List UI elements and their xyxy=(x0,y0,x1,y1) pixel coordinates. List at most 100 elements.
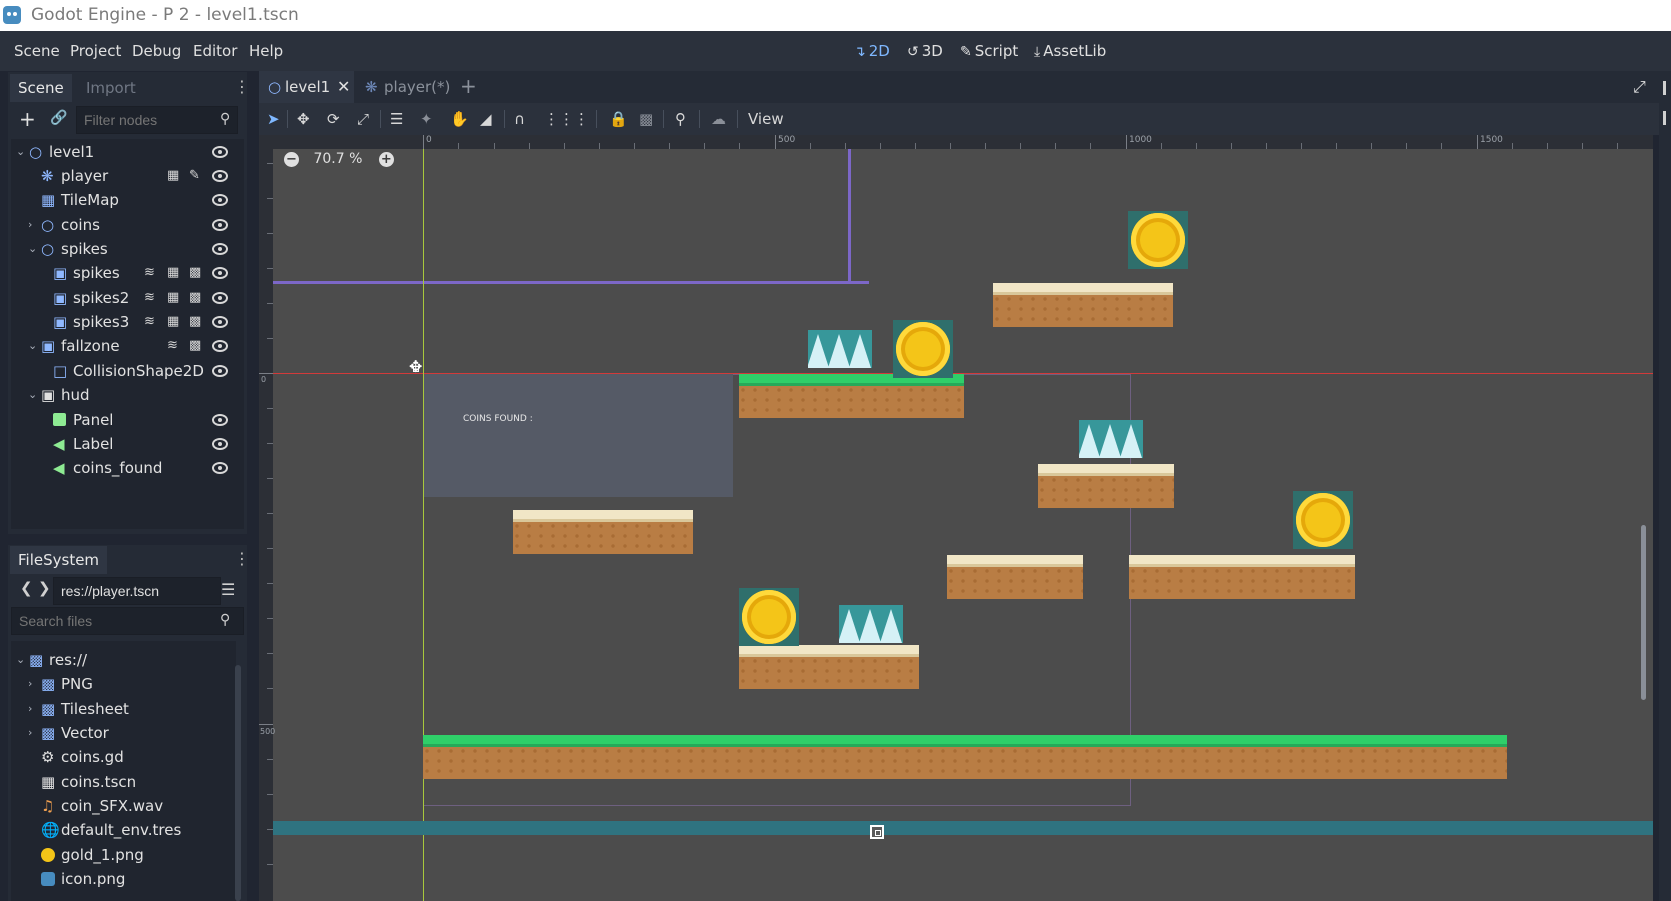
zoom-in-button[interactable]: + xyxy=(378,151,394,167)
select-mode-icon[interactable]: ➤ xyxy=(267,110,280,128)
file-row-icon-png[interactable]: icon.png xyxy=(11,866,231,892)
dirt-platform[interactable] xyxy=(993,283,1173,327)
signal-icon[interactable]: ≋ xyxy=(167,333,178,359)
workspace-3d-button[interactable]: ↺ 3D xyxy=(907,42,943,60)
group-icon[interactable]: ▩ xyxy=(189,333,201,359)
menu-help[interactable]: Help xyxy=(249,42,283,60)
dirt-platform[interactable] xyxy=(739,645,919,689)
viewport-scrollbar[interactable] xyxy=(1641,525,1646,700)
tree-row-player[interactable]: ❋ player ▦ ✎ xyxy=(11,163,244,189)
tab-import[interactable]: Import xyxy=(78,74,144,102)
open-scene-icon[interactable]: ▦ xyxy=(167,163,179,189)
tree-row-spikes2[interactable]: ▣ spikes2 ≋ ▦ ▩ xyxy=(11,285,244,311)
hud-panel[interactable]: COINS FOUND : xyxy=(423,374,733,497)
visibility-eye-icon[interactable] xyxy=(212,414,228,426)
attached-script-icon[interactable]: ✎ xyxy=(189,163,200,189)
group-icon[interactable]: ▩ xyxy=(189,285,201,311)
file-row-png[interactable]: › ▩ PNG xyxy=(11,671,231,697)
visibility-eye-icon[interactable] xyxy=(212,267,228,279)
scene-tab-level1[interactable]: ○ level1 ✕ xyxy=(259,71,354,103)
tree-row-panel[interactable]: Panel xyxy=(11,407,244,433)
file-row-gold-png[interactable]: gold_1.png xyxy=(11,842,231,868)
expand-icon[interactable]: › xyxy=(28,671,32,697)
coin-sprite[interactable] xyxy=(1293,491,1353,549)
filesystem-scrollbar[interactable] xyxy=(235,665,241,901)
list-select-icon[interactable]: ☰ xyxy=(390,110,403,128)
lock-icon[interactable]: 🔒 xyxy=(609,110,628,128)
tab-filesystem[interactable]: FileSystem xyxy=(10,546,108,574)
fallzone-node-marker-icon[interactable] xyxy=(870,825,884,839)
open-scene-icon[interactable]: ▦ xyxy=(167,309,179,335)
filter-nodes-input[interactable] xyxy=(76,106,238,134)
pan-hand-icon[interactable]: ✋ xyxy=(450,110,469,128)
open-scene-icon[interactable]: ▦ xyxy=(167,285,179,311)
menu-debug[interactable]: Debug xyxy=(132,42,181,60)
group-selected-icon[interactable]: ▩ xyxy=(639,110,653,128)
collapse-icon[interactable]: ⌄ xyxy=(28,236,37,262)
file-row-coins-gd[interactable]: ⚙ coins.gd xyxy=(11,744,231,770)
forward-chevron-icon[interactable]: ❯ xyxy=(38,579,51,597)
dirt-platform[interactable] xyxy=(513,510,693,554)
tree-row-fallzone[interactable]: ⌄ ▣ fallzone ≋ ▩ xyxy=(11,333,244,359)
add-scene-tab-icon[interactable]: + xyxy=(460,74,477,98)
tree-row-collisionshape2d[interactable]: □ CollisionShape2D xyxy=(11,358,244,384)
search-files-input[interactable] xyxy=(11,607,244,635)
file-row-vector[interactable]: › ▩ Vector xyxy=(11,720,231,746)
tree-row-spikes[interactable]: ▣ spikes ≋ ▦ ▩ xyxy=(11,260,244,286)
open-scene-icon[interactable]: ▦ xyxy=(167,260,179,286)
visibility-eye-icon[interactable] xyxy=(212,340,228,352)
back-chevron-icon[interactable]: ❮ xyxy=(20,579,33,597)
collapse-icon[interactable]: ⌄ xyxy=(28,382,37,408)
coin-sprite[interactable] xyxy=(893,320,953,378)
file-row-tilesheet[interactable]: › ▩ Tilesheet xyxy=(11,696,231,722)
grass-platform[interactable] xyxy=(739,374,964,418)
close-icon[interactable]: ✕ xyxy=(337,71,350,103)
signal-icon[interactable]: ≋ xyxy=(144,309,155,335)
tree-row-coins-found[interactable]: ◀ coins_found xyxy=(11,455,244,481)
split-view-icon[interactable]: ☰ xyxy=(221,580,235,599)
menu-project[interactable]: Project xyxy=(70,42,121,60)
signal-icon[interactable]: ≋ xyxy=(144,285,155,311)
visibility-eye-icon[interactable] xyxy=(212,316,228,328)
coin-sprite[interactable] xyxy=(1128,211,1188,269)
menu-scene[interactable]: Scene xyxy=(14,42,60,60)
workspace-assetlib-button[interactable]: ⤓ AssetLib xyxy=(1034,42,1106,60)
workspace-2d-button[interactable]: ↴ 2D xyxy=(854,42,890,60)
smart-snap-icon[interactable]: ∩ xyxy=(514,110,525,128)
collapse-icon[interactable]: ⌄ xyxy=(16,647,25,673)
collapse-icon[interactable]: ⌄ xyxy=(28,333,37,359)
scene-tab-player[interactable]: ❋ player(*) xyxy=(356,71,451,103)
visibility-eye-icon[interactable] xyxy=(212,365,228,377)
workspace-script-button[interactable]: ✎ Script xyxy=(960,42,1018,60)
ruler-icon[interactable]: ◢ xyxy=(480,110,492,128)
rotate-mode-icon[interactable]: ⟳ xyxy=(327,110,340,128)
visibility-eye-icon[interactable] xyxy=(212,243,228,255)
spikes-sprite[interactable] xyxy=(1079,420,1143,458)
spikes-sprite[interactable] xyxy=(839,605,903,643)
visibility-eye-icon[interactable] xyxy=(212,292,228,304)
dirt-platform[interactable] xyxy=(1129,555,1355,599)
add-node-icon[interactable]: + xyxy=(19,107,36,131)
snap-options-icon[interactable]: ⋮ xyxy=(574,110,589,128)
file-row-coins-tscn[interactable]: ▦ coins.tscn xyxy=(11,769,231,795)
collapse-icon[interactable]: ⌄ xyxy=(16,139,25,165)
tab-scene[interactable]: Scene xyxy=(10,74,72,102)
dirt-platform[interactable] xyxy=(1038,464,1174,508)
scene-dock-menu-icon[interactable]: ⋮ xyxy=(234,77,250,96)
zoom-out-button[interactable]: − xyxy=(284,151,299,167)
canvas-viewport[interactable]: 0 500 1000 1500 0 500 − 70.7 % + COINS F… xyxy=(259,135,1653,901)
camera-override-icon[interactable]: ☁ xyxy=(711,110,726,128)
tree-row-spikes3[interactable]: ▣ spikes3 ≋ ▦ ▩ xyxy=(11,309,244,335)
group-icon[interactable]: ▩ xyxy=(189,309,201,335)
visibility-eye-icon[interactable] xyxy=(212,219,228,231)
grid-snap-icon[interactable]: ⋮⋮ xyxy=(544,110,574,128)
filesystem-dock-menu-icon[interactable]: ⋮ xyxy=(234,549,250,568)
dirt-platform[interactable] xyxy=(947,555,1083,599)
skeleton-bone-icon[interactable]: ⚲ xyxy=(675,110,686,128)
view-menu[interactable]: View xyxy=(748,110,784,128)
expand-icon[interactable]: › xyxy=(28,696,32,722)
fallzone-area[interactable] xyxy=(273,821,1653,835)
visibility-eye-icon[interactable] xyxy=(212,194,228,206)
distraction-free-icon[interactable]: ⤢ xyxy=(1633,77,1646,97)
expand-icon[interactable]: › xyxy=(28,212,32,238)
